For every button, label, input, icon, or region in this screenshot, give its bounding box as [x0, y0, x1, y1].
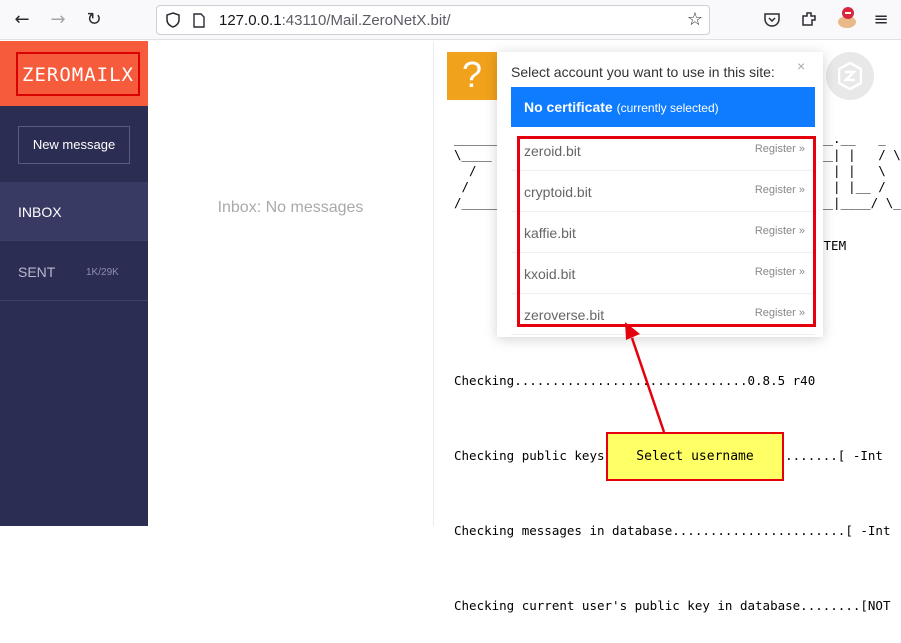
bookmark-star-icon[interactable]: ☆ — [687, 9, 703, 30]
extensions-icon[interactable] — [800, 10, 818, 28]
sidebar-item-inbox[interactable]: INBOX — [0, 182, 148, 241]
message-list: Inbox: No messages — [148, 41, 434, 526]
close-icon[interactable]: × — [797, 58, 805, 74]
dialog-title: Select account you want to use in this s… — [511, 64, 775, 80]
extension-badge-icon[interactable] — [836, 6, 858, 30]
current-cert-note: (currently selected) — [616, 101, 719, 115]
zeronet-logo-icon[interactable] — [826, 52, 874, 100]
sidebar-item-label: INBOX — [18, 204, 62, 220]
annotation-arrow-icon — [625, 322, 666, 433]
url-host: 127.0.0.1 — [219, 12, 282, 29]
brand-header[interactable]: ZEROMAILX — [0, 41, 148, 106]
forward-arrow-icon[interactable]: → — [46, 9, 70, 31]
log-line: Checking messages in database...........… — [454, 523, 891, 538]
reload-icon[interactable]: ↻ — [82, 9, 106, 31]
url-path: :43110/Mail.ZeroNetX.bit/ — [281, 12, 451, 29]
current-certificate-option[interactable]: No certificate (currently selected) — [511, 87, 815, 127]
new-message-button[interactable]: New message — [18, 126, 130, 164]
url-text: 127.0.0.1:43110/Mail.ZeroNetX.bit/ — [219, 12, 451, 29]
help-icon[interactable]: ? — [447, 52, 497, 100]
brand-logo-text: ZEROMAILX — [22, 64, 134, 86]
annotation-callout: Select username — [606, 432, 784, 481]
ascii-banner-right: __.__ _ __| | / \ | | \ | |__ / __|____/… — [818, 131, 901, 210]
log-line: Checking current user's public key in da… — [454, 598, 891, 613]
sidebar-item-sent[interactable]: SENT 1K/29K — [0, 242, 148, 301]
shield-icon — [166, 12, 180, 28]
pocket-icon[interactable] — [763, 11, 781, 29]
browser-toolbar: ← → ↻ 127.0.0.1:43110/Mail.ZeroNetX.bit/… — [0, 0, 901, 40]
hamburger-menu-icon[interactable]: ≡ — [869, 9, 893, 31]
back-arrow-icon[interactable]: ← — [10, 9, 34, 31]
url-bar[interactable]: 127.0.0.1:43110/Mail.ZeroNetX.bit/ ☆ — [156, 5, 710, 35]
empty-state-text: Inbox: No messages — [217, 199, 364, 216]
ascii-banner-left: ______ \____ / / /_____ — [454, 131, 500, 210]
page-icon — [193, 13, 205, 28]
current-cert-name: No certificate — [524, 99, 613, 115]
sidebar-item-label: SENT — [18, 264, 56, 280]
brand-highlight: ZEROMAILX — [16, 52, 140, 96]
provider-list-highlight — [517, 136, 816, 327]
sidebar: ZEROMAILX New message INBOX SENT 1K/29K — [0, 41, 148, 526]
sent-count-badge: 1K/29K — [86, 267, 119, 278]
